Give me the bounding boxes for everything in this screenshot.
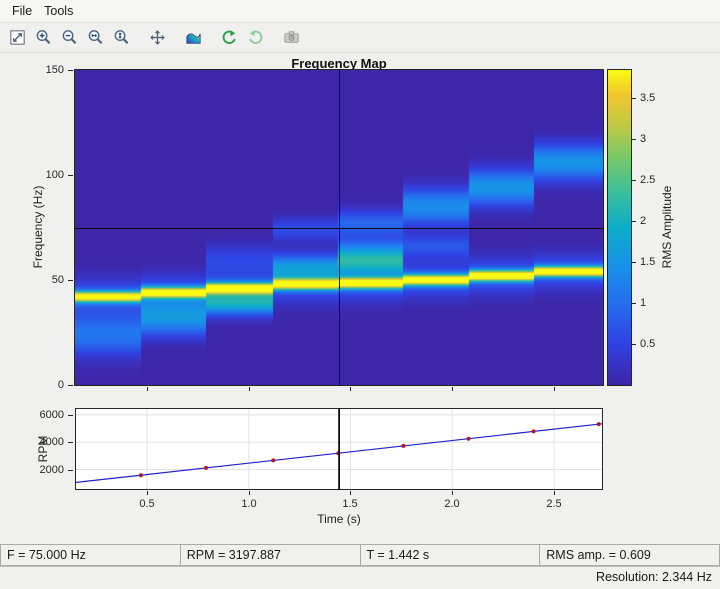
tick-mark (554, 387, 555, 391)
pan-arrows-icon (148, 28, 167, 47)
tick-mark (350, 387, 351, 391)
tick-mark (68, 70, 73, 71)
tick-label: 6000 (40, 409, 64, 421)
tick-mark (147, 387, 148, 391)
menu-file[interactable]: File (6, 2, 38, 20)
tick-mark (632, 303, 636, 304)
tick-mark (632, 262, 636, 263)
status-bar: F = 75.000 Hz RPM = 3197.887 T = 1.442 s… (0, 544, 720, 566)
app-window: File Tools (0, 0, 720, 589)
tick-label: 2.5 (546, 498, 561, 510)
colormap-button[interactable] (181, 26, 205, 50)
camera-icon (282, 28, 301, 47)
fit-to-window-button[interactable] (5, 26, 29, 50)
rpm-marker (532, 429, 536, 433)
colormap-icon (184, 28, 203, 47)
tick-label: 50 (52, 274, 64, 286)
tick-label: 0 (58, 379, 64, 391)
rpm-marker (597, 422, 601, 426)
zoom-in-icon (34, 28, 53, 47)
status-time: T = 1.442 s (360, 544, 541, 566)
tick-mark (68, 385, 73, 386)
time-cursor-line-rpm[interactable] (339, 408, 340, 490)
tick-mark (632, 139, 636, 140)
colorbar-label: RMS Amplitude (660, 186, 674, 269)
tick-mark (452, 491, 453, 495)
zoom-in-button[interactable] (31, 26, 55, 50)
tick-mark (632, 221, 636, 222)
tick-label: 2000 (40, 464, 64, 476)
tick-mark (68, 415, 73, 416)
zoom-y-icon (112, 28, 131, 47)
tick-mark (632, 180, 636, 181)
tick-mark (147, 491, 148, 495)
zoom-y-button[interactable] (109, 26, 133, 50)
rpm-marker (401, 444, 405, 448)
tick-label: 1.5 (342, 498, 357, 510)
toolbar-separator (170, 37, 180, 38)
toolbar-separator (134, 37, 144, 38)
menu-tools[interactable]: Tools (38, 2, 79, 20)
tick-label: 3 (640, 133, 646, 145)
toolbar-separator (268, 37, 278, 38)
tick-label: 1.5 (640, 256, 655, 268)
tick-label: 2.0 (444, 498, 459, 510)
status-frequency: F = 75.000 Hz (0, 544, 181, 566)
status-rpm: RPM = 3197.887 (180, 544, 361, 566)
rotate-cw-icon (246, 28, 265, 47)
toolbar (0, 23, 720, 53)
rpm-marker (271, 458, 275, 462)
toolbar-separator (206, 37, 216, 38)
time-cursor-line[interactable] (339, 69, 340, 386)
tick-mark (68, 470, 73, 471)
tick-label: 1 (640, 297, 646, 309)
pan-button[interactable] (145, 26, 169, 50)
zoom-out-icon (60, 28, 79, 47)
rotate-ccw-icon (220, 28, 239, 47)
menu-bar: File Tools (0, 0, 720, 23)
time-axis-label: Time (s) (317, 512, 361, 526)
tick-label: 1.0 (241, 498, 256, 510)
rpm-marker (139, 473, 143, 477)
tick-mark (554, 491, 555, 495)
tick-label: 2.5 (640, 174, 655, 186)
zoom-x-button[interactable] (83, 26, 107, 50)
rotate-cw-button[interactable] (243, 26, 267, 50)
tick-mark (632, 344, 636, 345)
tick-label: 3.5 (640, 92, 655, 104)
tick-label: 2 (640, 215, 646, 227)
tick-label: 0.5 (139, 498, 154, 510)
status-rms: RMS amp. = 0.609 (539, 544, 720, 566)
figure-area: Frequency Map Frequency (Hz) RMS Amplitu… (0, 53, 720, 544)
tick-mark (68, 175, 73, 176)
tick-label: 150 (46, 64, 64, 76)
tick-mark (350, 491, 351, 495)
rotate-ccw-button[interactable] (217, 26, 241, 50)
rpm-marker (204, 466, 208, 470)
fit-to-window-icon (8, 28, 27, 47)
resolution-bar: Resolution: 2.344 Hz (0, 566, 720, 589)
resolution-text: Resolution: 2.344 Hz (596, 570, 712, 584)
zoom-out-button[interactable] (57, 26, 81, 50)
tick-mark (68, 442, 73, 443)
tick-mark (632, 98, 636, 99)
tick-mark (68, 280, 73, 281)
tick-mark (249, 491, 250, 495)
snapshot-button[interactable] (279, 26, 303, 50)
tick-mark (452, 387, 453, 391)
tick-label: 4000 (40, 436, 64, 448)
rpm-marker (467, 437, 471, 441)
tick-mark (249, 387, 250, 391)
freq-axis-label: Frequency (Hz) (31, 186, 45, 269)
tick-label: 0.5 (640, 338, 655, 350)
tick-label: 100 (46, 169, 64, 181)
colorbar (607, 69, 632, 386)
zoom-x-icon (86, 28, 105, 47)
